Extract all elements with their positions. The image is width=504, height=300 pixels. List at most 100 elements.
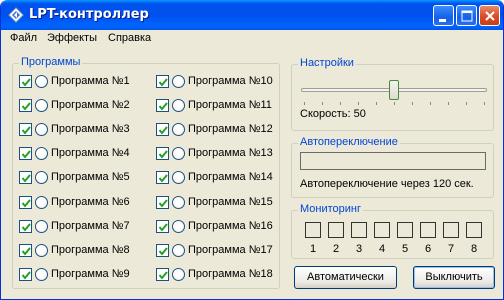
program-label: Программа №16 [188, 220, 273, 232]
program-label: Программа №15 [188, 196, 273, 208]
monitor-indicator [374, 222, 390, 238]
program-item[interactable]: Программа №9 [19, 267, 144, 283]
slider-tick [466, 102, 467, 105]
program-item[interactable]: Программа №15 [156, 195, 281, 211]
program-item[interactable]: Программа №14 [156, 170, 281, 186]
program-checkbox[interactable] [19, 123, 32, 136]
checkmark-icon [21, 174, 31, 183]
close-icon [485, 11, 495, 21]
checkmark-icon [21, 223, 31, 232]
menu-file[interactable]: Файл [10, 32, 37, 44]
program-radio[interactable] [172, 171, 185, 184]
programs-group-title: Программы [19, 56, 83, 68]
program-item[interactable]: Программа №10 [156, 74, 281, 90]
program-item[interactable]: Программа №4 [19, 146, 144, 162]
auto-button[interactable]: Автоматически [294, 266, 397, 289]
program-item[interactable]: Программа №7 [19, 219, 144, 235]
checkmark-icon [21, 102, 31, 111]
program-item[interactable]: Программа №11 [156, 98, 281, 114]
program-checkbox[interactable] [156, 123, 169, 136]
slider-tick [376, 102, 377, 105]
program-radio[interactable] [172, 99, 185, 112]
program-radio[interactable] [172, 196, 185, 209]
program-item[interactable]: Программа №16 [156, 219, 281, 235]
slider-tick [394, 102, 395, 105]
program-label: Программа №7 [51, 220, 130, 232]
monitor-indicator [305, 222, 321, 238]
program-item[interactable]: Программа №5 [19, 170, 144, 186]
program-checkbox[interactable] [19, 220, 32, 233]
menu-effects[interactable]: Эффекты [47, 32, 97, 44]
program-checkbox[interactable] [156, 99, 169, 112]
program-checkbox[interactable] [19, 75, 32, 88]
program-radio[interactable] [35, 244, 48, 257]
program-radio[interactable] [35, 123, 48, 136]
program-checkbox[interactable] [156, 268, 169, 281]
program-radio[interactable] [35, 268, 48, 281]
program-radio[interactable] [172, 123, 185, 136]
autoswitch-status: Автопереключение через 120 сек. [300, 178, 474, 190]
program-checkbox[interactable] [19, 147, 32, 160]
program-checkbox[interactable] [19, 196, 32, 209]
maximize-button[interactable] [456, 5, 477, 26]
program-label: Программа №10 [188, 75, 273, 87]
title-bar[interactable]: LPT-контроллер [1, 0, 503, 30]
program-radio[interactable] [172, 75, 185, 88]
program-item[interactable]: Программа №2 [19, 98, 144, 114]
program-checkbox[interactable] [156, 147, 169, 160]
program-item[interactable]: Программа №18 [156, 267, 281, 283]
checkmark-icon [158, 150, 168, 159]
program-label: Программа №13 [188, 147, 273, 159]
program-radio[interactable] [35, 171, 48, 184]
program-radio[interactable] [35, 220, 48, 233]
program-checkbox[interactable] [19, 244, 32, 257]
program-item[interactable]: Программа №6 [19, 195, 144, 211]
program-checkbox[interactable] [19, 99, 32, 112]
program-radio[interactable] [172, 220, 185, 233]
program-item[interactable]: Программа №1 [19, 74, 144, 90]
checkmark-icon [158, 102, 168, 111]
program-item[interactable]: Программа №13 [156, 146, 281, 162]
monitor-channel-number: 4 [378, 243, 386, 255]
checkmark-icon [158, 223, 168, 232]
maximize-icon [461, 10, 473, 22]
slider-tick [358, 102, 359, 105]
monitor-indicator [397, 222, 413, 238]
monitor-indicator [328, 222, 344, 238]
off-button[interactable]: Выключить [413, 266, 495, 289]
slider-tick [412, 102, 413, 105]
program-checkbox[interactable] [156, 75, 169, 88]
checkmark-icon [21, 271, 31, 280]
monitor-channel-number: 8 [470, 243, 478, 255]
speed-label: Скорость: 50 [300, 108, 366, 120]
window-title: LPT-контроллер [29, 7, 149, 22]
program-radio[interactable] [35, 75, 48, 88]
minimize-button[interactable] [433, 5, 454, 26]
program-checkbox[interactable] [19, 171, 32, 184]
checkmark-icon [21, 126, 31, 135]
program-item[interactable]: Программа №17 [156, 243, 281, 259]
program-checkbox[interactable] [156, 196, 169, 209]
program-item[interactable]: Программа №3 [19, 122, 144, 138]
program-radio[interactable] [172, 268, 185, 281]
program-label: Программа №3 [51, 123, 130, 135]
speed-slider-thumb[interactable] [389, 80, 399, 100]
checkmark-icon [21, 247, 31, 256]
checkmark-icon [158, 271, 168, 280]
checkmark-icon [158, 78, 168, 87]
program-radio[interactable] [172, 147, 185, 160]
program-checkbox[interactable] [156, 220, 169, 233]
program-checkbox[interactable] [156, 244, 169, 257]
monitor-indicator [443, 222, 459, 238]
program-radio[interactable] [35, 99, 48, 112]
menu-help[interactable]: Справка [108, 32, 151, 44]
program-checkbox[interactable] [156, 171, 169, 184]
close-button[interactable] [479, 5, 500, 26]
program-item[interactable]: Программа №8 [19, 243, 144, 259]
program-radio[interactable] [35, 196, 48, 209]
program-radio[interactable] [172, 244, 185, 257]
program-checkbox[interactable] [19, 268, 32, 281]
program-radio[interactable] [35, 147, 48, 160]
program-item[interactable]: Программа №12 [156, 122, 281, 138]
monitor-channel-number: 6 [424, 243, 432, 255]
